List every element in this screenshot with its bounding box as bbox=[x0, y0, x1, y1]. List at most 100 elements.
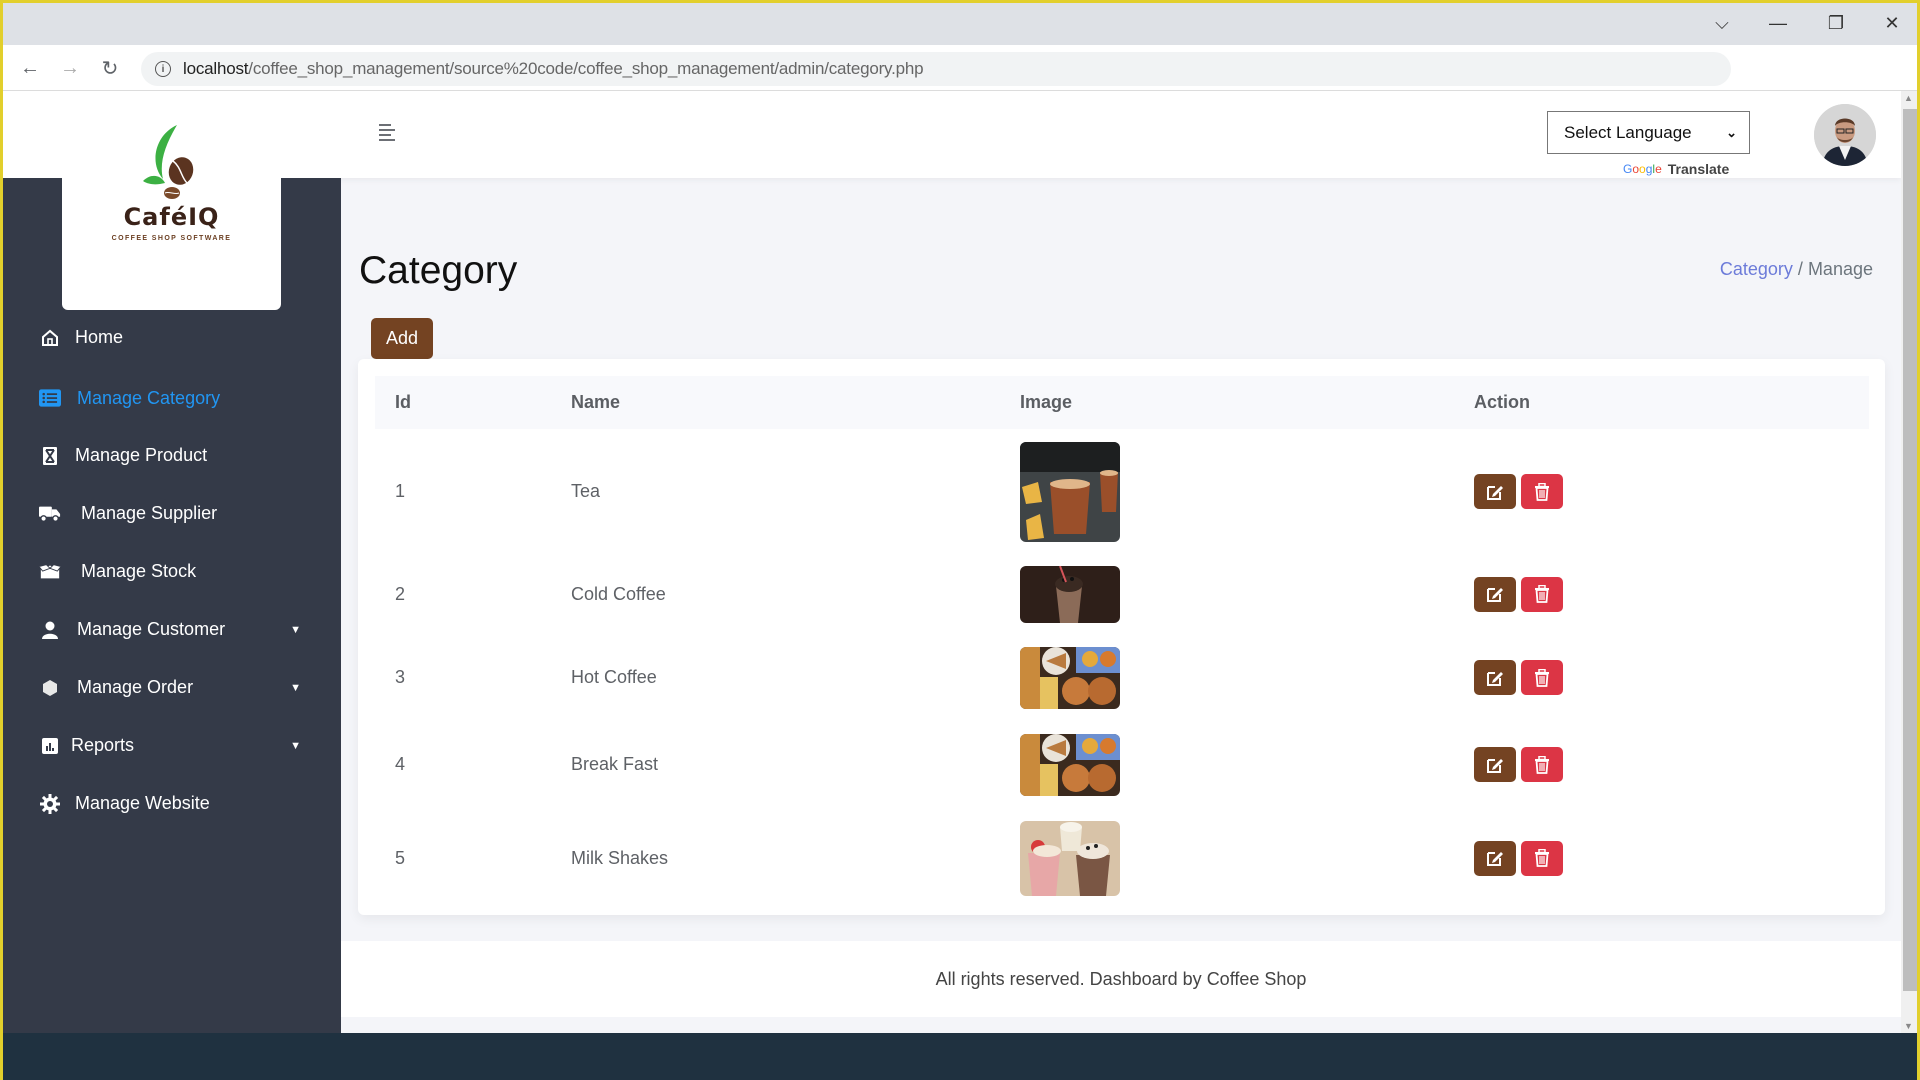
order-icon bbox=[39, 679, 61, 697]
column-header-action: Action bbox=[1474, 392, 1530, 412]
edit-button[interactable] bbox=[1474, 660, 1516, 695]
desktop-taskbar-area bbox=[3, 1033, 1917, 1080]
arrow-left-icon: ← bbox=[20, 56, 40, 79]
row-id: 3 bbox=[395, 667, 406, 687]
restore-button[interactable]: ❐ bbox=[1813, 7, 1859, 39]
user-avatar[interactable] bbox=[1814, 104, 1876, 166]
home-icon bbox=[39, 329, 61, 347]
hot-coffee-image bbox=[1020, 646, 1120, 709]
sidebar-item-manage-category[interactable]: Manage Category bbox=[39, 387, 301, 409]
trash-icon bbox=[1535, 755, 1549, 774]
url-input[interactable]: i localhost/coffee_shop_management/sourc… bbox=[141, 52, 1731, 86]
tab-search-button[interactable]: ⌵ bbox=[1699, 7, 1745, 39]
delete-button[interactable] bbox=[1521, 576, 1563, 612]
chevron-down-icon: ⌄ bbox=[1726, 124, 1737, 140]
trash-icon bbox=[1535, 482, 1549, 501]
breadcrumb-separator: / bbox=[1792, 259, 1808, 279]
row-image-cell bbox=[1000, 429, 1454, 554]
sidebar-item-label: Manage Stock bbox=[81, 561, 197, 581]
close-icon: ✕ bbox=[1884, 12, 1900, 33]
breadcrumb-category-link[interactable]: Category bbox=[1720, 259, 1793, 279]
caret-down-icon: ▼ bbox=[290, 739, 301, 752]
row-actions bbox=[1454, 808, 1869, 908]
url-host: localhost bbox=[183, 59, 249, 78]
sidebar-item-manage-order[interactable]: Manage Order ▼ bbox=[39, 677, 301, 698]
edit-button[interactable] bbox=[1474, 840, 1516, 876]
category-table-card: Id Name Image Action 1 Tea 2 Cold Coffee… bbox=[358, 359, 1885, 915]
row-id: 1 bbox=[395, 481, 406, 501]
row-actions bbox=[1454, 554, 1869, 634]
sidebar-item-manage-supplier[interactable]: Manage Supplier bbox=[39, 503, 301, 524]
column-header-image: Image bbox=[1020, 392, 1073, 412]
trash-icon bbox=[1535, 585, 1549, 603]
row-image-cell bbox=[1000, 721, 1454, 808]
sidebar-item-manage-website[interactable]: Manage Website bbox=[39, 793, 301, 814]
chevron-down-icon: ⌵ bbox=[1715, 12, 1729, 33]
close-window-button[interactable]: ✕ bbox=[1869, 7, 1915, 39]
edit-button[interactable] bbox=[1474, 576, 1516, 612]
row-image-cell bbox=[1000, 554, 1454, 634]
minimize-button[interactable]: — bbox=[1755, 7, 1801, 39]
edit-icon bbox=[1487, 758, 1503, 773]
scroll-down-arrow-icon[interactable]: ▼ bbox=[1904, 1021, 1913, 1031]
sidebar-item-label: Home bbox=[75, 327, 124, 347]
info-icon[interactable]: i bbox=[155, 61, 171, 77]
google-logo: Google bbox=[1623, 162, 1662, 176]
scroll-up-arrow-icon[interactable]: ▲ bbox=[1904, 93, 1913, 103]
sidebar-item-label: Manage Supplier bbox=[81, 503, 218, 523]
restore-icon: ❐ bbox=[1827, 12, 1845, 33]
logo[interactable]: CaféIQ COFFEE SHOP SOFTWARE bbox=[62, 91, 281, 310]
sidebar-item-home[interactable]: Home bbox=[39, 327, 301, 348]
sidebar-item-reports[interactable]: Reports ▼ bbox=[39, 735, 301, 756]
logo-name: CaféIQ bbox=[123, 203, 220, 231]
sidebar-item-manage-stock[interactable]: Manage Stock bbox=[39, 561, 301, 582]
column-header-id: Id bbox=[395, 392, 411, 412]
add-category-button[interactable]: Add bbox=[371, 318, 433, 359]
language-select[interactable]: Select Language ⌄ bbox=[1547, 111, 1750, 154]
google-translate-branding: Google Translate bbox=[1623, 161, 1729, 177]
edit-icon bbox=[1487, 852, 1503, 866]
row-id: 4 bbox=[395, 754, 406, 774]
row-name: Break Fast bbox=[571, 754, 659, 774]
breakfast-image bbox=[1020, 733, 1120, 796]
url-text: localhost/coffee_shop_management/source%… bbox=[183, 59, 924, 79]
back-button[interactable]: ← bbox=[15, 53, 45, 83]
row-actions bbox=[1454, 634, 1869, 721]
delete-button[interactable] bbox=[1521, 660, 1563, 695]
sidebar-item-manage-customer[interactable]: Manage Customer ▼ bbox=[39, 619, 301, 640]
arrow-right-icon: → bbox=[60, 56, 80, 79]
language-select-value: Select Language bbox=[1564, 122, 1692, 142]
sidebar-item-label: Manage Customer bbox=[77, 619, 226, 639]
table-row: 4 Break Fast bbox=[375, 721, 1869, 808]
row-id: 5 bbox=[395, 847, 406, 868]
row-id: 2 bbox=[395, 583, 406, 604]
forward-button[interactable]: → bbox=[55, 53, 85, 83]
coffee-leaf-icon bbox=[142, 125, 193, 199]
edit-button[interactable] bbox=[1474, 747, 1516, 782]
sidebar-item-manage-product[interactable]: Manage Product bbox=[39, 445, 301, 466]
delete-button[interactable] bbox=[1521, 474, 1563, 509]
product-icon bbox=[39, 446, 61, 465]
top-header: Select Language ⌄ Google Translate bbox=[3, 91, 1901, 178]
menu-toggle-icon[interactable] bbox=[379, 124, 397, 142]
scrollbar-thumb[interactable] bbox=[1903, 109, 1917, 991]
sidebar-item-label: Manage Order bbox=[77, 677, 194, 697]
delete-button[interactable] bbox=[1521, 747, 1563, 782]
breadcrumb-current: Manage bbox=[1807, 259, 1873, 279]
translate-label[interactable]: Translate bbox=[1668, 161, 1729, 177]
reload-button[interactable]: ↻ bbox=[95, 53, 125, 83]
sidebar: CaféIQ COFFEE SHOP SOFTWARE Home Manage … bbox=[3, 91, 341, 1033]
row-name: Milk Shakes bbox=[571, 847, 669, 868]
edit-button[interactable] bbox=[1474, 474, 1516, 509]
logo-tagline: COFFEE SHOP SOFTWARE bbox=[111, 235, 232, 242]
chart-icon bbox=[39, 737, 61, 754]
user-icon bbox=[39, 621, 61, 639]
page-scrollbar[interactable]: ▲ ▼ bbox=[1901, 91, 1917, 1033]
cold-coffee-image bbox=[1020, 565, 1120, 623]
table-row: 2 Cold Coffee bbox=[375, 554, 1869, 634]
address-bar-row: ← → ↻ i localhost/coffee_shop_management… bbox=[3, 45, 1917, 91]
page-viewport: Select Language ⌄ Google Translate CaféI… bbox=[3, 91, 1901, 1033]
delete-button[interactable] bbox=[1521, 840, 1563, 876]
caret-down-icon: ▼ bbox=[290, 623, 301, 636]
table-row: 1 Tea bbox=[375, 429, 1869, 554]
